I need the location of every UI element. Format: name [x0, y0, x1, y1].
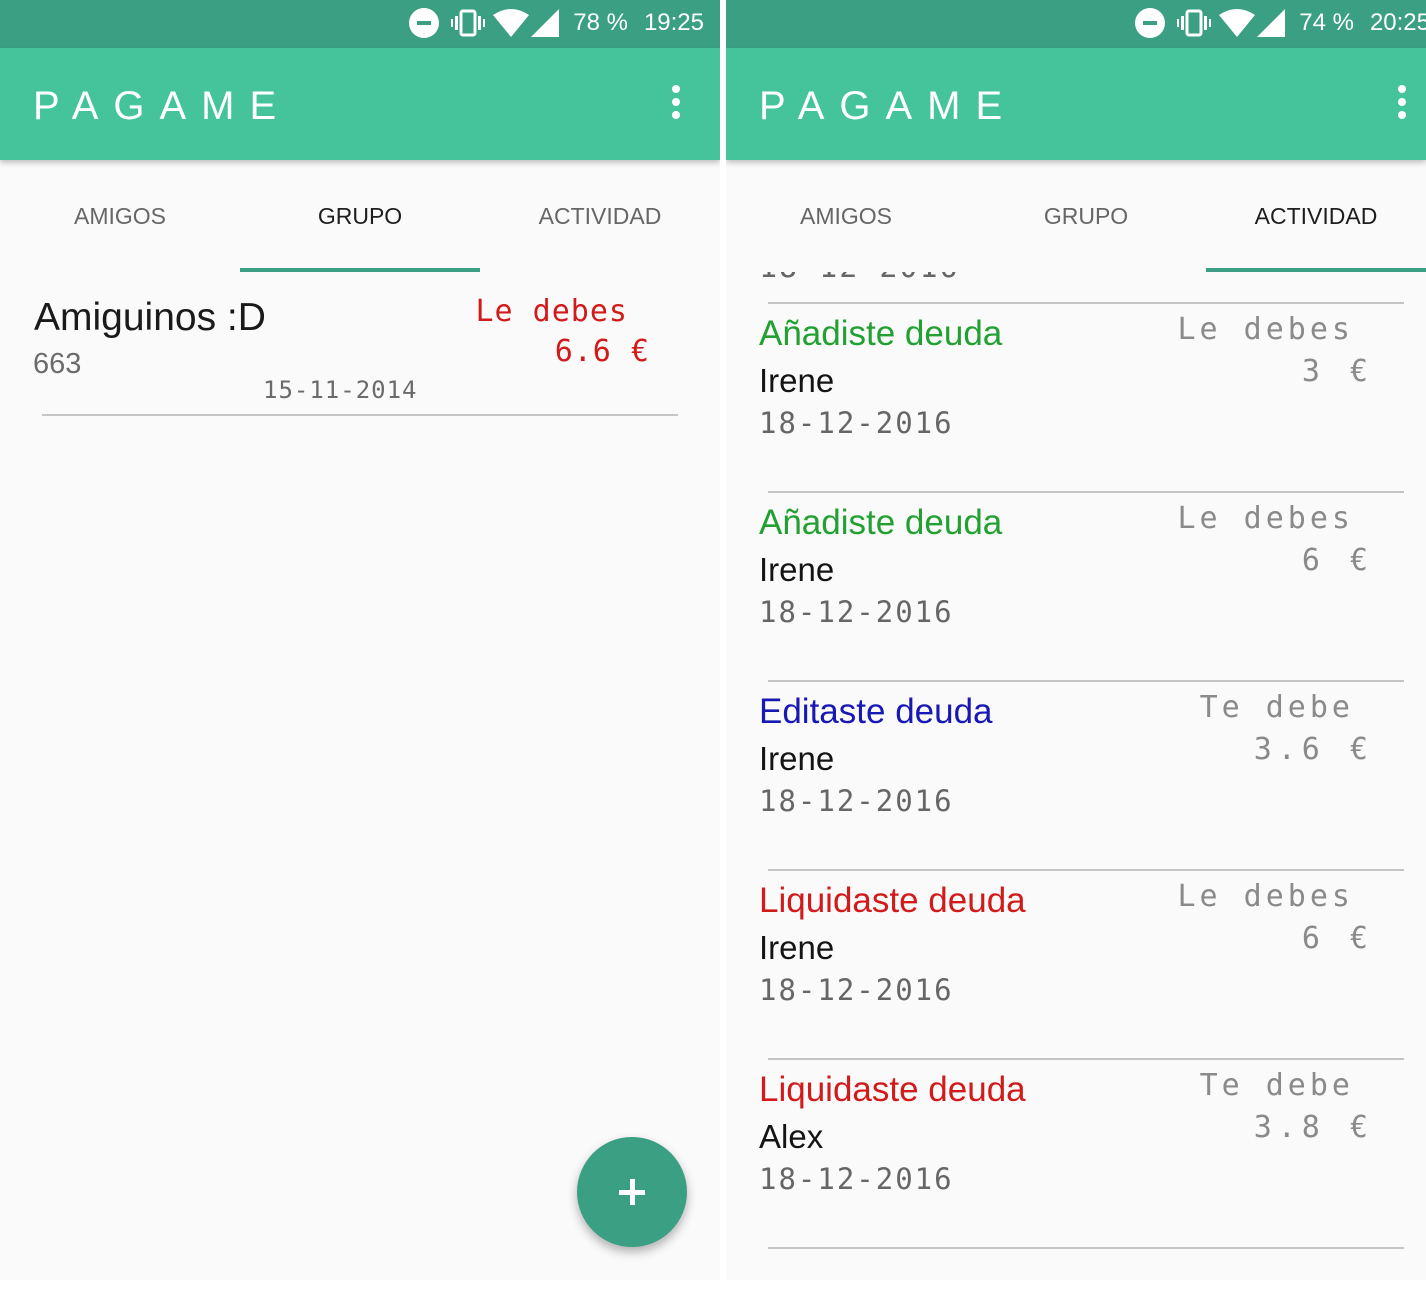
- tab-grupo[interactable]: GRUPO: [240, 160, 480, 272]
- activity-person: Irene: [759, 740, 835, 777]
- signal-icon: [1257, 9, 1286, 37]
- activity-action: Añadiste deuda: [759, 503, 1003, 542]
- tab-label: ACTIVIDAD: [538, 202, 662, 229]
- activity-list[interactable]: 18-12-2016 Añadiste deuda Irene 18-12-20…: [726, 272, 1426, 1280]
- do-not-disturb-icon: [409, 8, 440, 38]
- status-icons: 78 % 19:25: [409, 8, 704, 38]
- activity-balance-label: Le debes: [1177, 501, 1354, 536]
- tab-bar: AMIGOS GRUPO ACTIVIDAD: [0, 160, 720, 272]
- activity-amount: 3.6 €: [1253, 732, 1374, 767]
- activity-balance-label: Te debe: [1199, 690, 1354, 725]
- activity-item[interactable]: Añadiste deuda Irene 18-12-2016 Le debes…: [726, 493, 1426, 682]
- activity-balance-label: Le debes: [1177, 879, 1354, 914]
- do-not-disturb-icon: [1135, 8, 1166, 38]
- activity-person: Irene: [759, 551, 835, 588]
- activity-action: Liquidaste deuda: [759, 881, 1026, 920]
- tab-label: AMIGOS: [799, 202, 892, 229]
- activity-person: Irene: [759, 929, 835, 966]
- wifi-icon: [493, 9, 530, 37]
- tab-amigos[interactable]: AMIGOS: [726, 160, 966, 272]
- activity-date: 18-12-2016: [759, 595, 954, 629]
- tab-label: GRUPO: [1043, 202, 1129, 229]
- activity-action: Editaste deuda: [759, 692, 993, 731]
- activity-date: 18-12-2016: [759, 1162, 954, 1196]
- app-title: PAGAME: [33, 84, 292, 128]
- active-tab-indicator: [240, 268, 480, 272]
- activity-amount: 6 €: [1301, 543, 1374, 578]
- status-bar: 78 % 19:25: [0, 0, 720, 48]
- tab-bar: AMIGOS GRUPO ACTIVIDAD: [726, 160, 1426, 272]
- signal-icon: [531, 9, 560, 37]
- group-divider: [42, 414, 678, 416]
- activity-person: Irene: [759, 362, 835, 399]
- status-icons: 74 % 20:25: [1135, 8, 1426, 38]
- activity-item[interactable]: Liquidaste deuda Irene 18-12-2016 Le deb…: [726, 871, 1426, 1060]
- clock: 20:25: [1369, 9, 1426, 36]
- right-screen: 74 % 20:25 PAGAME AMIGOS GRUPO ACTIVIDAD…: [726, 0, 1426, 1280]
- vibrate-icon: [451, 9, 486, 37]
- app-bar: PAGAME: [0, 48, 720, 160]
- tab-label: ACTIVIDAD: [1254, 202, 1378, 229]
- activity-date: 18-12-2016: [759, 784, 954, 818]
- activity-amount: 3 €: [1301, 354, 1374, 389]
- more-options-icon[interactable]: [1395, 85, 1409, 125]
- activity-date: 18-12-2016: [759, 406, 954, 440]
- battery-percent: 78 %: [573, 9, 628, 36]
- more-options-icon[interactable]: [669, 85, 683, 125]
- activity-divider: [768, 1247, 1404, 1249]
- activity-balance-label: Le debes: [1177, 312, 1354, 347]
- activity-action: Añadiste deuda: [759, 314, 1003, 353]
- app-bar: PAGAME: [726, 48, 1426, 160]
- tab-label: AMIGOS: [73, 202, 166, 229]
- add-group-button[interactable]: [577, 1137, 687, 1247]
- status-bar: 74 % 20:25: [726, 0, 1426, 48]
- activity-amount: 6 €: [1301, 921, 1374, 956]
- battery-percent: 74 %: [1299, 9, 1354, 36]
- group-code: 663: [33, 348, 82, 380]
- activity-action: Liquidaste deuda: [759, 1070, 1026, 1109]
- clock: 19:25: [643, 9, 704, 36]
- activity-amount: 3.8 €: [1253, 1110, 1374, 1145]
- owe-label: Le debes: [475, 294, 628, 329]
- vibrate-icon: [1177, 9, 1212, 37]
- tab-amigos[interactable]: AMIGOS: [0, 160, 240, 272]
- tab-actividad[interactable]: ACTIVIDAD: [1206, 160, 1426, 272]
- group-date: 15-11-2014: [263, 376, 418, 404]
- tab-grupo[interactable]: GRUPO: [966, 160, 1206, 272]
- owe-amount: 6.6 €: [554, 334, 650, 369]
- tab-actividad[interactable]: ACTIVIDAD: [480, 160, 720, 272]
- tab-label: GRUPO: [317, 202, 403, 229]
- activity-item[interactable]: Añadiste deuda Irene 18-12-2016 Le debes…: [726, 304, 1426, 493]
- wifi-icon: [1219, 9, 1256, 37]
- activity-item[interactable]: Liquidaste deuda Alex 18-12-2016 Te debe…: [726, 1060, 1426, 1249]
- activity-date: 18-12-2016: [759, 973, 954, 1007]
- activity-item[interactable]: Editaste deuda Irene 18-12-2016 Te debe …: [726, 682, 1426, 871]
- activity-balance-label: Te debe: [1199, 1068, 1354, 1103]
- activity-person: Alex: [759, 1118, 824, 1155]
- activity-date: 18-12-2016: [759, 272, 960, 285]
- app-title: PAGAME: [759, 84, 1018, 128]
- left-screen: 78 % 19:25 PAGAME AMIGOS GRUPO ACTIVIDAD…: [0, 0, 720, 1280]
- group-name: Amiguinos :D: [34, 296, 266, 339]
